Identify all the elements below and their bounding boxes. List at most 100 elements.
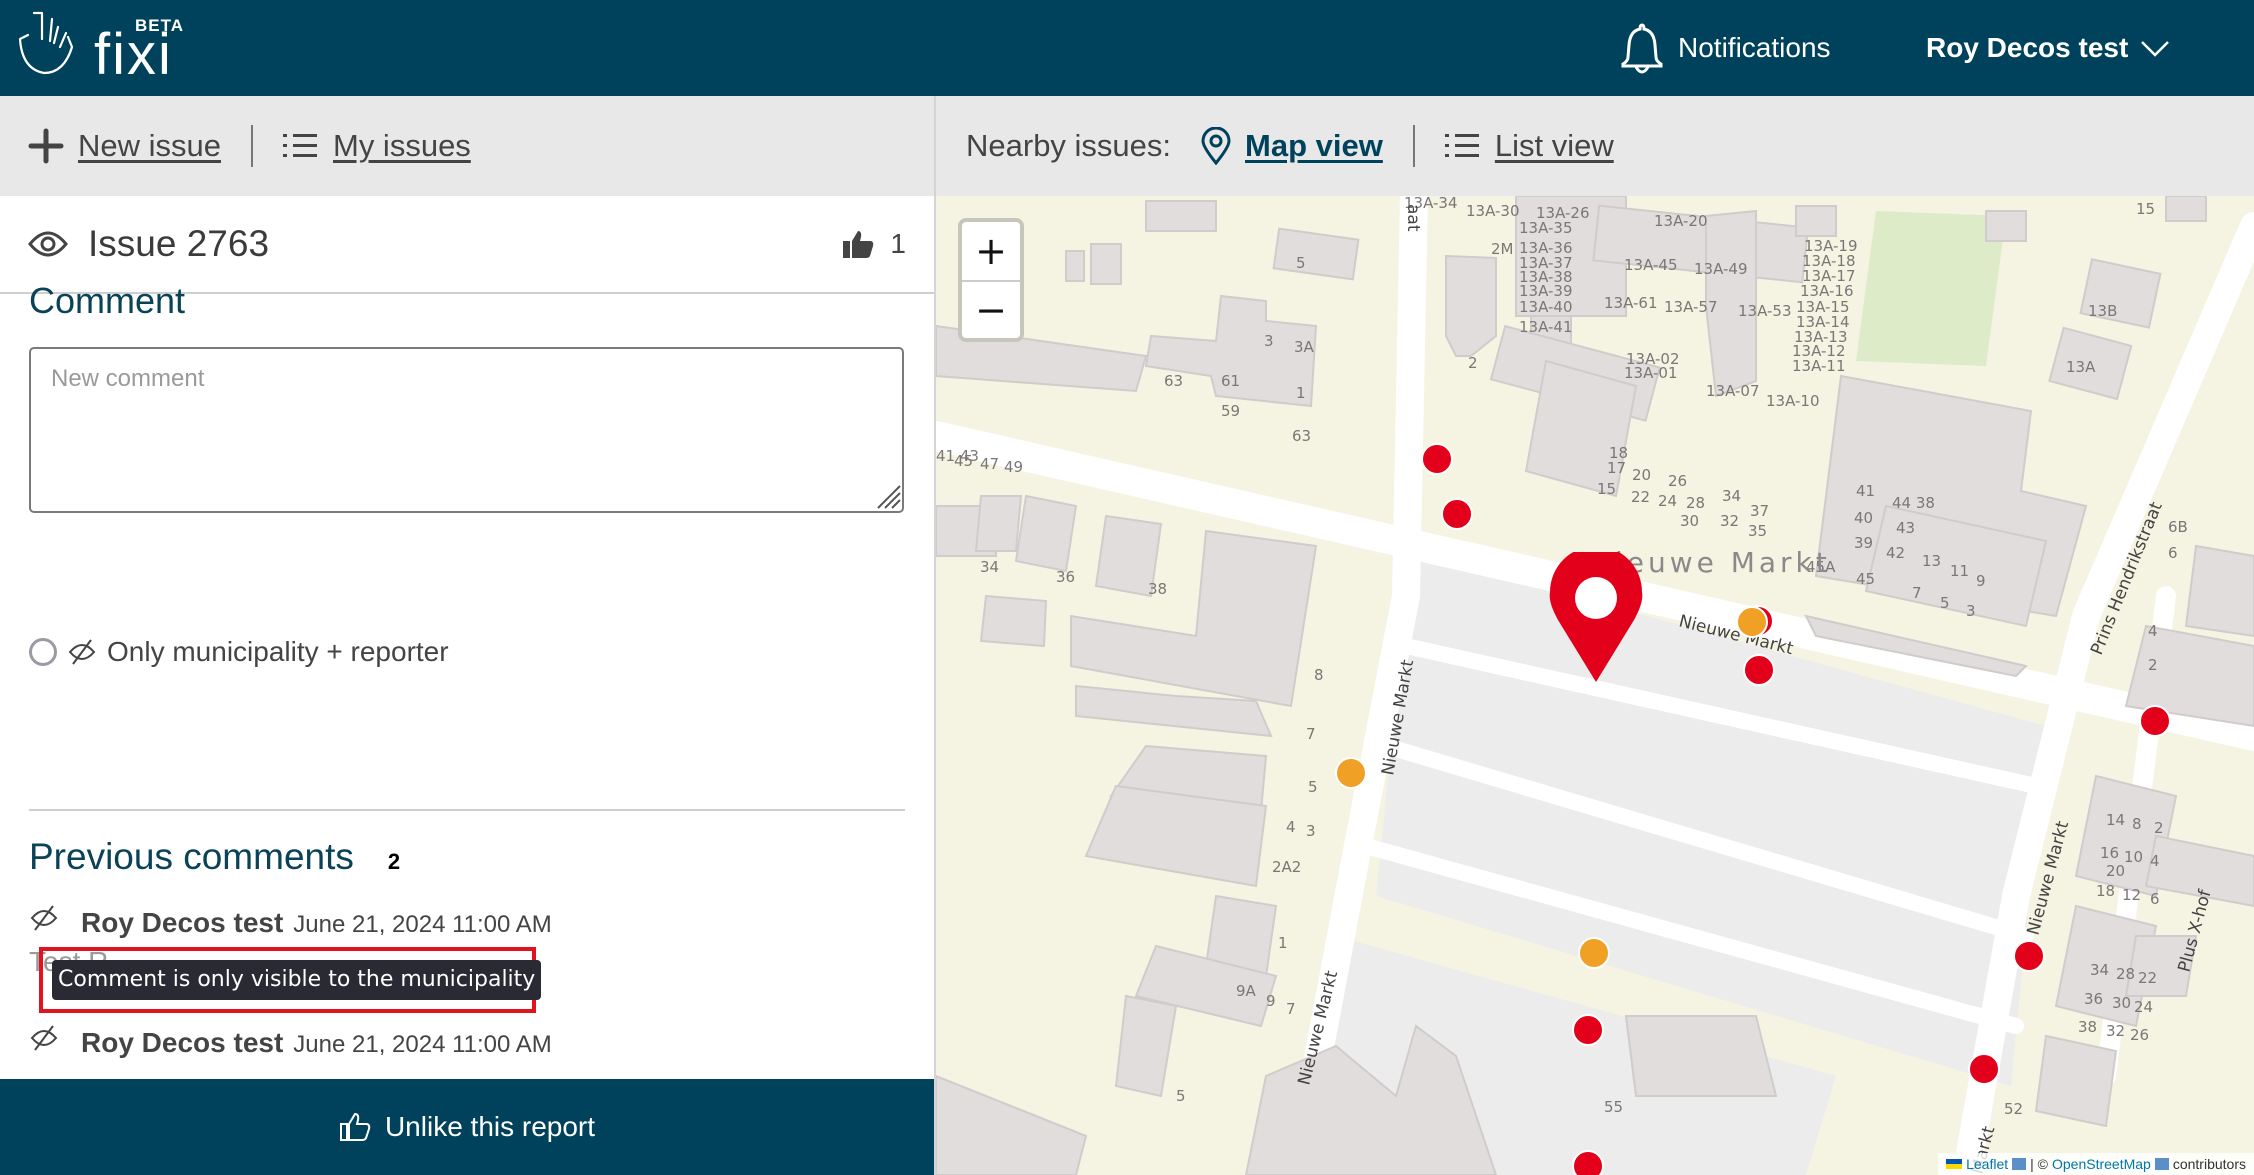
- previous-comments-count: 2: [387, 849, 401, 874]
- my-issues-link[interactable]: My issues: [283, 128, 471, 164]
- svg-text:6: 6: [2168, 544, 2178, 562]
- visibility-radio[interactable]: [29, 638, 57, 666]
- issue-marker-open[interactable]: [1743, 654, 1775, 686]
- svg-text:45: 45: [1856, 570, 1875, 588]
- svg-text:26: 26: [1668, 472, 1687, 490]
- visibility-option[interactable]: Only municipality + reporter: [29, 636, 449, 668]
- issue-marker-in-progress[interactable]: [1335, 757, 1367, 789]
- svg-text:13A-40: 13A-40: [1519, 298, 1573, 316]
- svg-text:1: 1: [1296, 384, 1306, 402]
- svg-text:22: 22: [1631, 488, 1650, 506]
- svg-text:13A-20: 13A-20: [1654, 212, 1708, 230]
- svg-text:7: 7: [1286, 1000, 1296, 1018]
- eye-slash-icon[interactable]: [29, 1024, 59, 1052]
- svg-text:20: 20: [1632, 466, 1651, 484]
- svg-text:63: 63: [1292, 427, 1311, 445]
- svg-text:13B: 13B: [2088, 302, 2117, 320]
- zoom-in-button[interactable]: +: [962, 222, 1020, 280]
- svg-text:13A-49: 13A-49: [1694, 260, 1748, 278]
- svg-text:9: 9: [1266, 992, 1276, 1010]
- svg-text:13A-41: 13A-41: [1519, 318, 1573, 336]
- issue-marker-open[interactable]: [1421, 443, 1453, 475]
- svg-text:42: 42: [1886, 544, 1905, 562]
- svg-text:20: 20: [2106, 862, 2125, 880]
- svg-text:16: 16: [2100, 844, 2119, 862]
- svg-text:1: 1: [1278, 934, 1288, 952]
- svg-text:24: 24: [1658, 492, 1677, 510]
- svg-text:9A: 9A: [1236, 982, 1257, 1000]
- resize-handle-icon[interactable]: [874, 482, 902, 510]
- new-issue-link[interactable]: New issue: [28, 128, 221, 164]
- svg-text:30: 30: [1680, 512, 1699, 530]
- svg-text:32: 32: [2106, 1022, 2125, 1040]
- svg-text:13A-01: 13A-01: [1624, 364, 1678, 382]
- svg-text:13A-53: 13A-53: [1738, 302, 1792, 320]
- svg-text:3: 3: [1966, 602, 1976, 620]
- leaflet-link[interactable]: Leaflet: [1966, 1156, 2008, 1172]
- section-divider: [29, 809, 905, 811]
- svg-text:5: 5: [1176, 1087, 1186, 1105]
- svg-text:34: 34: [980, 558, 999, 576]
- attribution-separator: | ©: [2030, 1156, 2048, 1172]
- private-comment-tooltip: Comment is only visible to the municipal…: [52, 960, 542, 1000]
- eye-slash-icon[interactable]: [29, 904, 59, 932]
- like-count: 1: [842, 228, 906, 260]
- issue-marker-in-progress[interactable]: [1578, 937, 1610, 969]
- issue-marker-open[interactable]: [1968, 1053, 2000, 1085]
- svg-text:41: 41: [1856, 482, 1875, 500]
- svg-text:40: 40: [1854, 509, 1873, 527]
- previous-comments-title: Previous comments: [29, 836, 354, 877]
- svg-text:63: 63: [1164, 372, 1183, 390]
- issue-title: Issue 2763: [88, 223, 270, 264]
- svg-text:8: 8: [2132, 815, 2142, 833]
- issue-marker-open[interactable]: [1572, 1150, 1604, 1175]
- issue-marker-open[interactable]: [1441, 498, 1473, 530]
- user-menu[interactable]: Roy Decos test: [1926, 18, 2170, 78]
- svg-text:13A-57: 13A-57: [1664, 298, 1718, 316]
- svg-text:15: 15: [1597, 480, 1616, 498]
- svg-text:5: 5: [1296, 254, 1306, 272]
- issue-marker-open[interactable]: [2139, 705, 2171, 737]
- svg-text:61: 61: [1221, 372, 1240, 390]
- nearby-issues-map[interactable]: 13A-34 13A-30 13A-26 13A-20 13A-35 2M 13A-36 1…: [936, 196, 2254, 1175]
- unlike-button[interactable]: Unlike this report: [0, 1079, 934, 1175]
- issue-marker-open[interactable]: [2013, 940, 2045, 972]
- svg-text:52: 52: [2004, 1100, 2023, 1118]
- svg-text:59: 59: [1221, 402, 1240, 420]
- svg-text:13A-45: 13A-45: [1624, 256, 1678, 274]
- issue-marker-in-progress[interactable]: [1736, 606, 1768, 638]
- openstreetmap-link[interactable]: OpenStreetMap: [2052, 1156, 2151, 1172]
- svg-text:8: 8: [1314, 666, 1324, 684]
- svg-text:44 38: 44 38: [1892, 494, 1935, 512]
- svg-text:3: 3: [1306, 822, 1316, 840]
- svg-text:4: 4: [1286, 818, 1296, 836]
- svg-text:2: 2: [2148, 656, 2158, 674]
- selected-issue-pin-icon[interactable]: [1548, 552, 1644, 684]
- svg-text:41 43: 41 43: [936, 447, 979, 465]
- map-view-tab[interactable]: Map view: [1201, 127, 1383, 165]
- chevron-down-icon: [2141, 41, 2170, 57]
- svg-text:4: 4: [2150, 852, 2160, 870]
- map-view-label: Map view: [1245, 128, 1383, 163]
- svg-text:17: 17: [1607, 459, 1626, 477]
- attribution-contributors: contributors: [2172, 1156, 2246, 1172]
- list-view-tab[interactable]: List view: [1444, 128, 1614, 164]
- svg-text:30: 30: [2112, 994, 2131, 1012]
- notifications-button[interactable]: Notifications: [1620, 18, 1831, 78]
- previous-comments-heading: Previous comments 2: [29, 836, 400, 878]
- my-issues-label: My issues: [333, 128, 471, 163]
- new-comment-input[interactable]: [29, 347, 904, 513]
- visibility-label: Only municipality + reporter: [107, 636, 449, 667]
- svg-text:34: 34: [1722, 487, 1741, 505]
- issue-panel: New issue My issues Issue 2763 1 Comment: [0, 96, 936, 1175]
- top-bar: BETA fixi Notifications Roy Decos test: [0, 0, 2254, 96]
- svg-text:2M: 2M: [1491, 240, 1514, 258]
- issue-marker-open[interactable]: [1572, 1014, 1604, 1046]
- svg-text:35: 35: [1748, 522, 1767, 540]
- fixi-logo[interactable]: BETA fixi: [14, 10, 194, 84]
- nearby-label: Nearby issues:: [966, 128, 1172, 163]
- zoom-out-button[interactable]: −: [962, 280, 1020, 338]
- comment-author: Roy Decos test: [81, 1027, 284, 1058]
- ukraine-flag-icon: [1946, 1159, 1963, 1169]
- external-link-icon: [2012, 1158, 2027, 1170]
